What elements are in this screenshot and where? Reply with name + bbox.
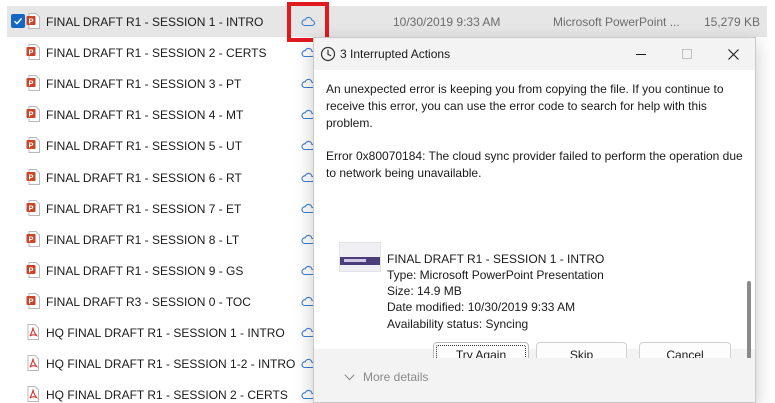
close-button[interactable] <box>710 38 756 70</box>
svg-text:P: P <box>28 48 33 57</box>
file-name: FINAL DRAFT R1 - SESSION 9 - GS <box>46 263 244 278</box>
minimize-button[interactable] <box>618 38 664 70</box>
pdf-icon <box>27 324 39 340</box>
powerpoint-icon: P <box>26 199 40 216</box>
powerpoint-icon: P <box>26 261 40 278</box>
chevron-down-icon <box>344 373 355 380</box>
minimize-icon <box>636 54 646 55</box>
svg-text:P: P <box>28 172 33 181</box>
checkbox-checked-icon[interactable] <box>11 14 25 28</box>
file-date: 10/30/2019 9:33 AM <box>393 15 501 29</box>
powerpoint-icon: P <box>26 137 40 154</box>
dialog-content: An unexpected error is keeping you from … <box>314 70 755 368</box>
file-type: Microsoft PowerPoint ... <box>553 15 680 29</box>
powerpoint-icon: P <box>26 44 40 61</box>
svg-text:P: P <box>28 265 33 274</box>
file-name: FINAL DRAFT R1 - SESSION 6 - RT <box>46 170 242 185</box>
error-message: An unexpected error is keeping you from … <box>326 82 724 130</box>
maximize-icon <box>682 49 692 59</box>
file-size: 15,279 KB <box>703 15 760 29</box>
svg-text:P: P <box>28 296 33 305</box>
file-name: HQ FINAL DRAFT R1 - SESSION 1-2 - INTRO <box>46 357 296 372</box>
dialog-title: 3 Interrupted Actions <box>340 47 451 61</box>
dialog-titlebar[interactable]: 3 Interrupted Actions <box>314 38 755 70</box>
file-name: FINAL DRAFT R1 - SESSION 8 - LT <box>46 232 240 247</box>
svg-text:P: P <box>28 234 33 243</box>
file-name: HQ FINAL DRAFT R1 - SESSION 1 - INTRO <box>46 326 285 340</box>
file-name: FINAL DRAFT R3 - SESSION 0 - TOC <box>46 294 251 309</box>
file-name: HQ FINAL DRAFT R1 - SESSION 2 - CERTS <box>46 388 288 403</box>
file-name: FINAL DRAFT R1 - SESSION 7 - ET <box>46 201 242 216</box>
detail-file-type: Type: Microsoft PowerPoint Presentation <box>387 268 604 282</box>
dialog-footer: More details <box>314 358 755 402</box>
detail-file-size: Size: 14.9 MB <box>387 284 462 298</box>
more-details-toggle[interactable]: More details <box>344 370 428 384</box>
svg-text:P: P <box>28 17 33 26</box>
pdf-icon <box>27 355 39 372</box>
svg-text:P: P <box>28 141 33 150</box>
detail-date-modified: Date modified: 10/30/2019 9:33 AM <box>387 300 576 314</box>
svg-text:P: P <box>28 203 33 212</box>
powerpoint-icon: P <box>26 292 40 309</box>
file-name: FINAL DRAFT R1 - SESSION 4 - MT <box>46 108 244 123</box>
file-row[interactable]: P FINAL DRAFT R1 - SESSION 1 - INTRO 10/30… <box>7 6 767 37</box>
detail-availability: Availability status: Syncing <box>387 317 529 331</box>
clock-icon <box>320 46 336 62</box>
file-name: FINAL DRAFT R1 - SESSION 3 - PT <box>46 77 242 92</box>
svg-text:P: P <box>28 110 33 119</box>
powerpoint-icon: P <box>26 13 40 29</box>
error-code: Error 0x80070184: The cloud sync provide… <box>326 149 743 180</box>
pdf-icon <box>27 386 39 403</box>
svg-text:P: P <box>28 79 33 88</box>
maximize-button[interactable] <box>664 38 710 70</box>
powerpoint-icon: P <box>26 75 40 92</box>
file-name: FINAL DRAFT R1 - SESSION 5 - UT <box>46 139 243 154</box>
more-details-label: More details <box>363 370 429 384</box>
detail-file-name: FINAL DRAFT R1 - SESSION 1 - INTRO <box>387 252 605 266</box>
powerpoint-icon: P <box>26 168 40 185</box>
interrupted-actions-dialog: 3 Interrupted Actions An unexpected erro… <box>313 37 756 403</box>
powerpoint-icon: P <box>26 230 40 247</box>
file-thumbnail <box>339 242 381 272</box>
file-name: FINAL DRAFT R1 - SESSION 1 - INTRO <box>46 15 264 29</box>
file-name: FINAL DRAFT R1 - SESSION 2 - CERTS <box>46 46 267 61</box>
dialog-scrollbar[interactable] <box>747 281 751 366</box>
highlight-box <box>287 2 329 42</box>
close-icon <box>727 48 739 60</box>
powerpoint-icon: P <box>26 106 40 123</box>
